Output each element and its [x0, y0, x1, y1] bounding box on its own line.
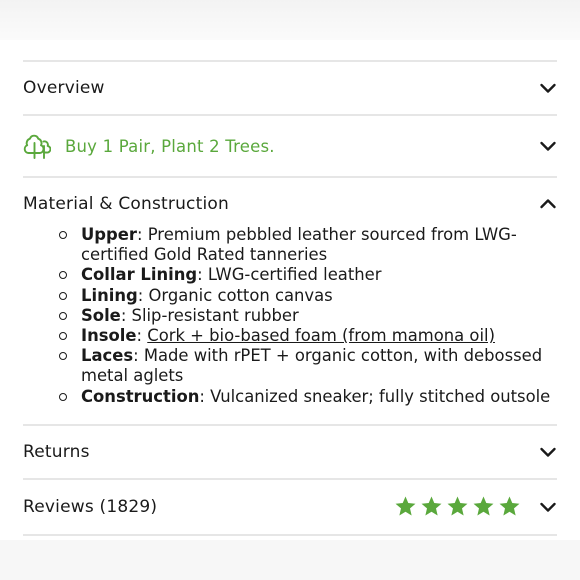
spec-label: Construction: [81, 386, 200, 406]
chevron-down-icon[interactable]: [539, 137, 557, 155]
product-details-accordion: Overview Buy 1 Pair, Plant 2 Trees. Mate…: [23, 60, 557, 536]
spec-item-upper: Upper: Premium pebbled leather sourced f…: [59, 225, 557, 265]
top-fade: [0, 0, 580, 40]
spec-label: Laces: [81, 346, 134, 366]
star-icon: [447, 496, 468, 516]
spec-item-construction: Construction: Vulcanized sneaker; fully …: [59, 387, 557, 407]
star-icon: [395, 496, 416, 516]
spec-item-laces: Laces: Made with rPET + organic cotton, …: [59, 346, 557, 386]
chevron-down-icon[interactable]: [539, 443, 557, 461]
returns-section-header[interactable]: Returns: [23, 426, 557, 478]
tree-icon: [23, 134, 51, 159]
spec-label: Sole: [81, 305, 121, 325]
spec-item-lining: Lining: Organic cotton canvas: [59, 286, 557, 306]
overview-section-header[interactable]: Overview: [23, 62, 557, 114]
chevron-down-icon[interactable]: [539, 79, 557, 97]
star-rating: [394, 495, 521, 518]
star-icon: [473, 496, 494, 516]
insole-link[interactable]: Cork + bio-based foam (from mamona oil): [147, 326, 495, 345]
material-spec-list: Upper: Premium pebbled leather sourced f…: [23, 225, 557, 407]
material-section-header[interactable]: Material & Construction: [23, 178, 557, 230]
spec-value: : Premium pebbled leather sourced from L…: [81, 225, 517, 265]
star-icon: [499, 496, 520, 516]
spec-item-sole: Sole: Slip-resistant rubber: [59, 306, 557, 326]
overview-title: Overview: [23, 78, 105, 98]
spec-value: : LWG-certified leather: [197, 265, 382, 285]
promo-text: Buy 1 Pair, Plant 2 Trees.: [65, 136, 275, 156]
spec-value: : Vulcanized sneaker; fully stitched out…: [199, 386, 551, 406]
reviews-section-header[interactable]: Reviews (1829): [23, 480, 557, 534]
spec-item-collar-lining: Collar Lining: LWG-certified leather: [59, 265, 557, 285]
reviews-title: Reviews (1829): [23, 496, 158, 517]
spec-value: : Slip-resistant rubber: [120, 305, 299, 325]
bottom-fade: [0, 540, 580, 580]
divider: [23, 533, 557, 536]
spec-value: : Organic cotton canvas: [137, 285, 333, 305]
chevron-down-icon[interactable]: [539, 498, 557, 516]
spec-label: Collar Lining: [81, 265, 198, 285]
spec-item-insole: Insole: Cork + bio-based foam (from mamo…: [59, 326, 557, 346]
chevron-up-icon[interactable]: [539, 195, 557, 213]
spec-label: Upper: [81, 225, 137, 244]
spec-separator: :: [136, 326, 148, 346]
material-title: Material & Construction: [23, 194, 229, 214]
spec-label: Insole: [81, 326, 137, 346]
star-icon: [421, 496, 442, 516]
spec-value: : Made with rPET + organic cotton, with …: [81, 346, 543, 386]
promo-section-header[interactable]: Buy 1 Pair, Plant 2 Trees.: [23, 116, 557, 176]
spec-label: Lining: [81, 285, 138, 305]
returns-title: Returns: [23, 441, 90, 462]
